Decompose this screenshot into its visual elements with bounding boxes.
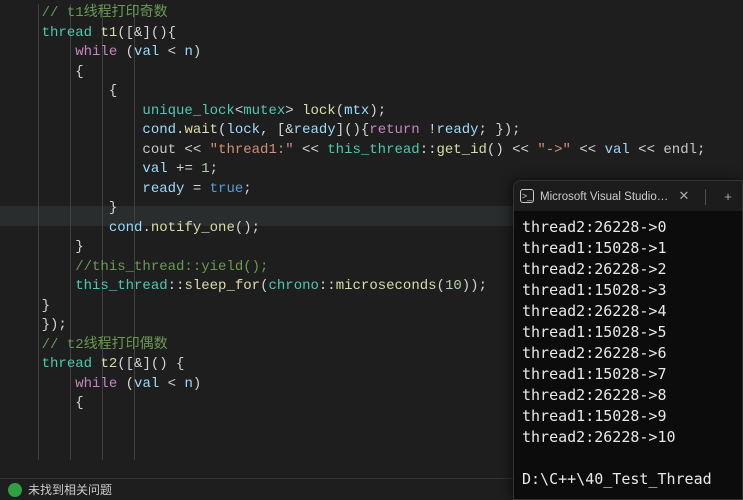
terminal-title: Microsoft Visual Studio 调试 [540,188,670,204]
code-line[interactable]: // t1线程打印奇数 [8,4,743,24]
close-icon[interactable]: ✕ [676,188,692,204]
terminal-line: thread2:26228->4 [522,301,734,322]
terminal-line: thread2:26228->10 [522,427,734,448]
terminal-line: thread1:15028->1 [522,238,734,259]
terminal-line: thread2:26228->0 [522,217,734,238]
terminal-line: thread1:15028->3 [522,280,734,301]
code-line[interactable]: cout << "thread1:" << this_thread::get_i… [8,141,743,161]
terminal-line: thread1:15028->7 [522,364,734,385]
terminal-icon: >_ [520,189,534,203]
check-icon [8,483,22,497]
code-line[interactable]: while (val < n) [8,43,743,63]
terminal-line: thread2:26228->2 [522,259,734,280]
terminal-window: >_ Microsoft Visual Studio 调试 ✕ │ + thre… [513,180,743,500]
terminal-line [522,448,734,469]
terminal-line: D:\C++\40_Test_Thread [522,469,734,490]
code-line[interactable]: thread t1([&](){ [8,24,743,44]
code-line[interactable]: cond.wait(lock, [&ready](){return !ready… [8,121,743,141]
terminal-output[interactable]: thread2:26228->0thread1:15028->1thread2:… [514,211,742,499]
code-line[interactable]: { [8,82,743,102]
vertical-divider: │ [698,188,714,204]
terminal-line: thread1:15028->9 [522,406,734,427]
terminal-titlebar[interactable]: >_ Microsoft Visual Studio 调试 ✕ │ + [514,181,742,211]
terminal-line: thread1:15028->5 [522,322,734,343]
code-line[interactable]: { [8,63,743,83]
terminal-line: thread2:26228->8 [522,385,734,406]
code-line[interactable]: unique_lock<mutex> lock(mtx); [8,102,743,122]
terminal-line: thread2:26228->6 [522,343,734,364]
new-tab-icon[interactable]: + [720,188,736,204]
code-line[interactable]: val += 1; [8,160,743,180]
status-text: 未找到相关问题 [28,481,112,498]
